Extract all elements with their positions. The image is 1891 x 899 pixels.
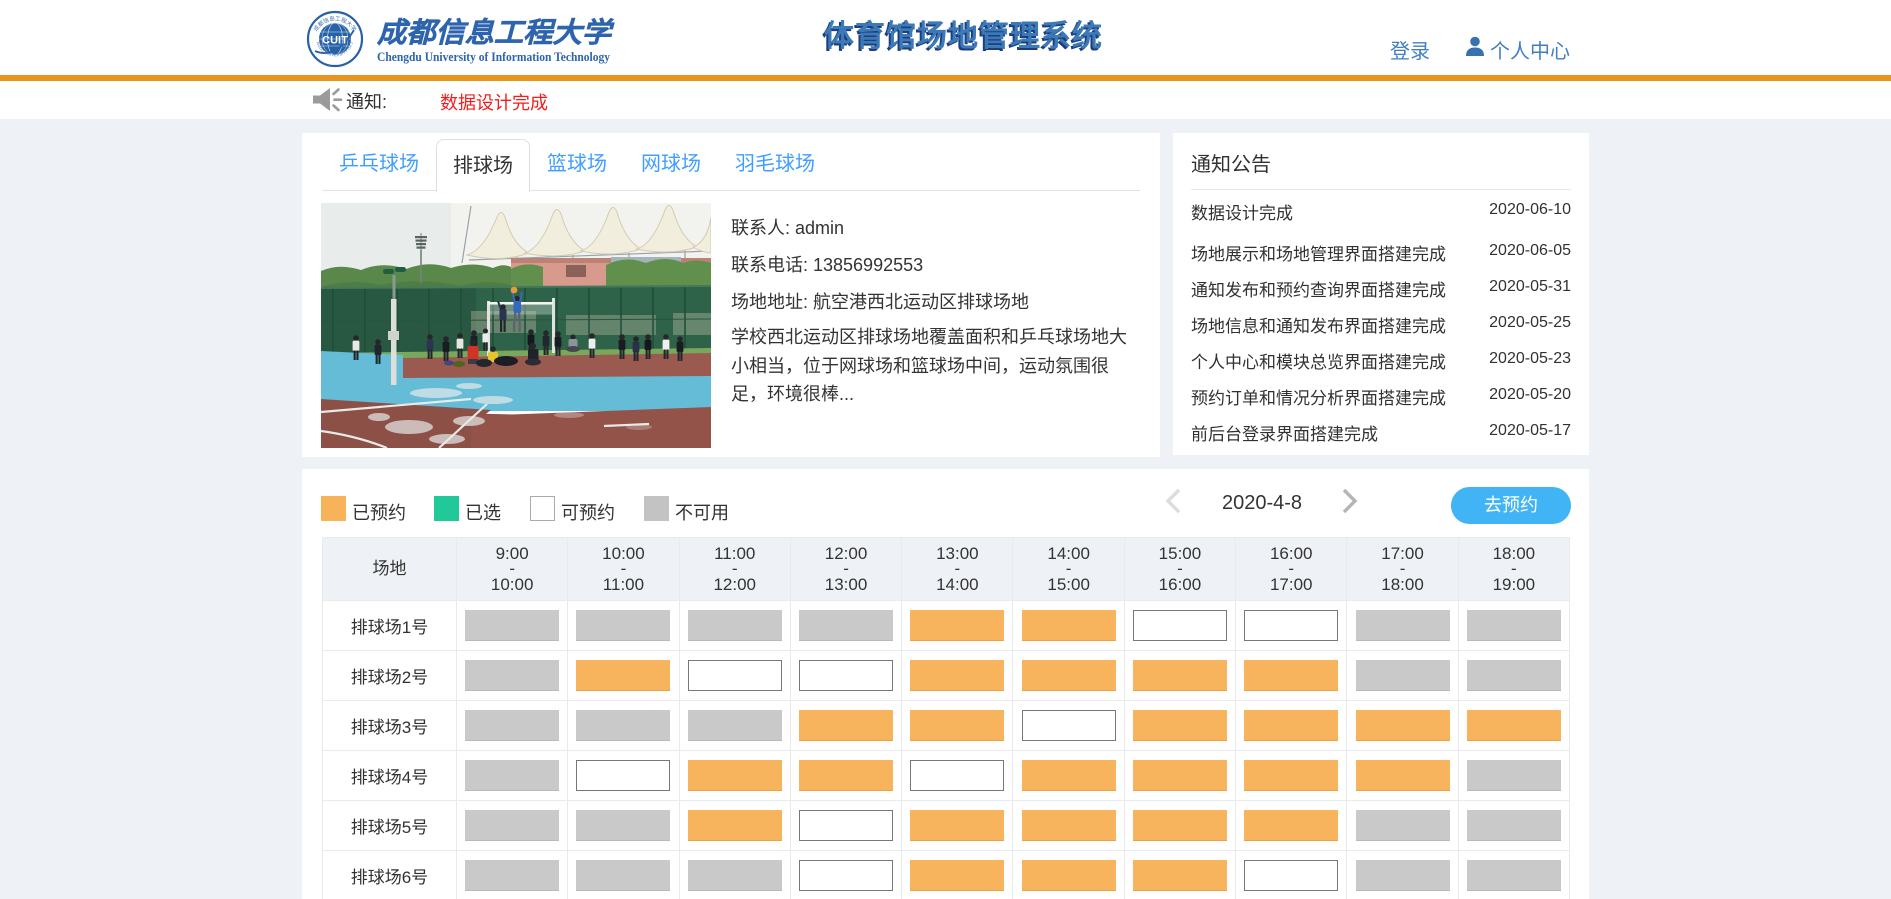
svg-text:Chengdu University of Informat: Chengdu University of Information Techno… xyxy=(377,49,610,64)
svg-text:成都信息工程大学: 成都信息工程大学 xyxy=(377,17,615,48)
svg-text:CUIT: CUIT xyxy=(322,35,348,47)
